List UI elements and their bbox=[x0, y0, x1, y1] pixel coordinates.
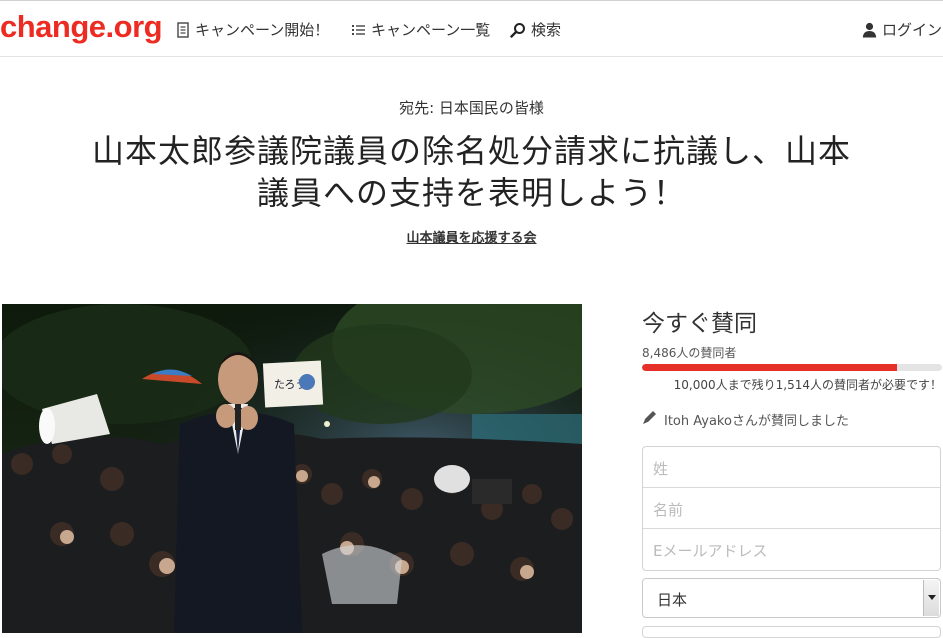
change-org-logo[interactable]: change.org bbox=[0, 9, 163, 45]
pen-icon bbox=[642, 409, 658, 429]
petition-photo: たろう bbox=[2, 304, 582, 633]
search-icon bbox=[510, 22, 526, 38]
user-icon bbox=[862, 22, 877, 38]
login-link[interactable]: ログイン bbox=[862, 19, 942, 40]
rally-photo-illustration: たろう bbox=[2, 304, 582, 633]
next-form-field[interactable] bbox=[642, 626, 941, 638]
document-icon bbox=[176, 21, 190, 38]
campaign-list-label: キャンペーン一覧 bbox=[371, 21, 491, 39]
first-name-field[interactable]: 名前 bbox=[643, 488, 940, 529]
dropdown-arrow-icon[interactable] bbox=[923, 580, 939, 616]
search-label: 検索 bbox=[531, 21, 562, 39]
start-campaign-link[interactable]: キャンペーン開始！ bbox=[176, 19, 329, 40]
sign-form: 姓 名前 Eメールアドレス bbox=[642, 446, 941, 571]
goal-remaining-text: 10,000人まで残り1,514人の賛同者が必要です！ bbox=[673, 378, 942, 392]
list-icon bbox=[351, 23, 366, 37]
campaign-list-link[interactable]: キャンペーン一覧 bbox=[351, 19, 490, 40]
progress-bar-fill bbox=[642, 364, 897, 371]
search-link[interactable]: 検索 bbox=[510, 19, 561, 40]
country-select[interactable]: 日本 bbox=[642, 578, 941, 618]
recent-signer-label: Itoh Ayakoさんが賛同しました bbox=[664, 413, 849, 429]
petition-starter-link[interactable]: 山本議員を応援する会 bbox=[0, 227, 943, 246]
signer-count: 8,486人の賛同者 bbox=[642, 346, 737, 360]
petition-recipient: 宛先: 日本国民の皆様 bbox=[399, 99, 544, 117]
top-navigation-bar: change.org キャンペーン開始！ キャンペーン一覧 検索 ログイン bbox=[0, 0, 943, 57]
signature-progress-bar bbox=[642, 364, 942, 371]
petition-title: 山本太郎参議院議員の除名処分請求に抗議し、山本議員への支持を表明しよう！ bbox=[91, 132, 851, 212]
recent-signer: Itoh Ayakoさんが賛同しました bbox=[642, 409, 849, 429]
country-selected-value: 日本 bbox=[657, 591, 688, 609]
start-campaign-label: キャンペーン開始！ bbox=[195, 21, 330, 39]
email-field[interactable]: Eメールアドレス bbox=[643, 529, 940, 570]
sign-now-heading: 今すぐ賛同 bbox=[642, 311, 757, 337]
last-name-field[interactable]: 姓 bbox=[643, 447, 940, 488]
login-label: ログイン bbox=[882, 21, 943, 39]
